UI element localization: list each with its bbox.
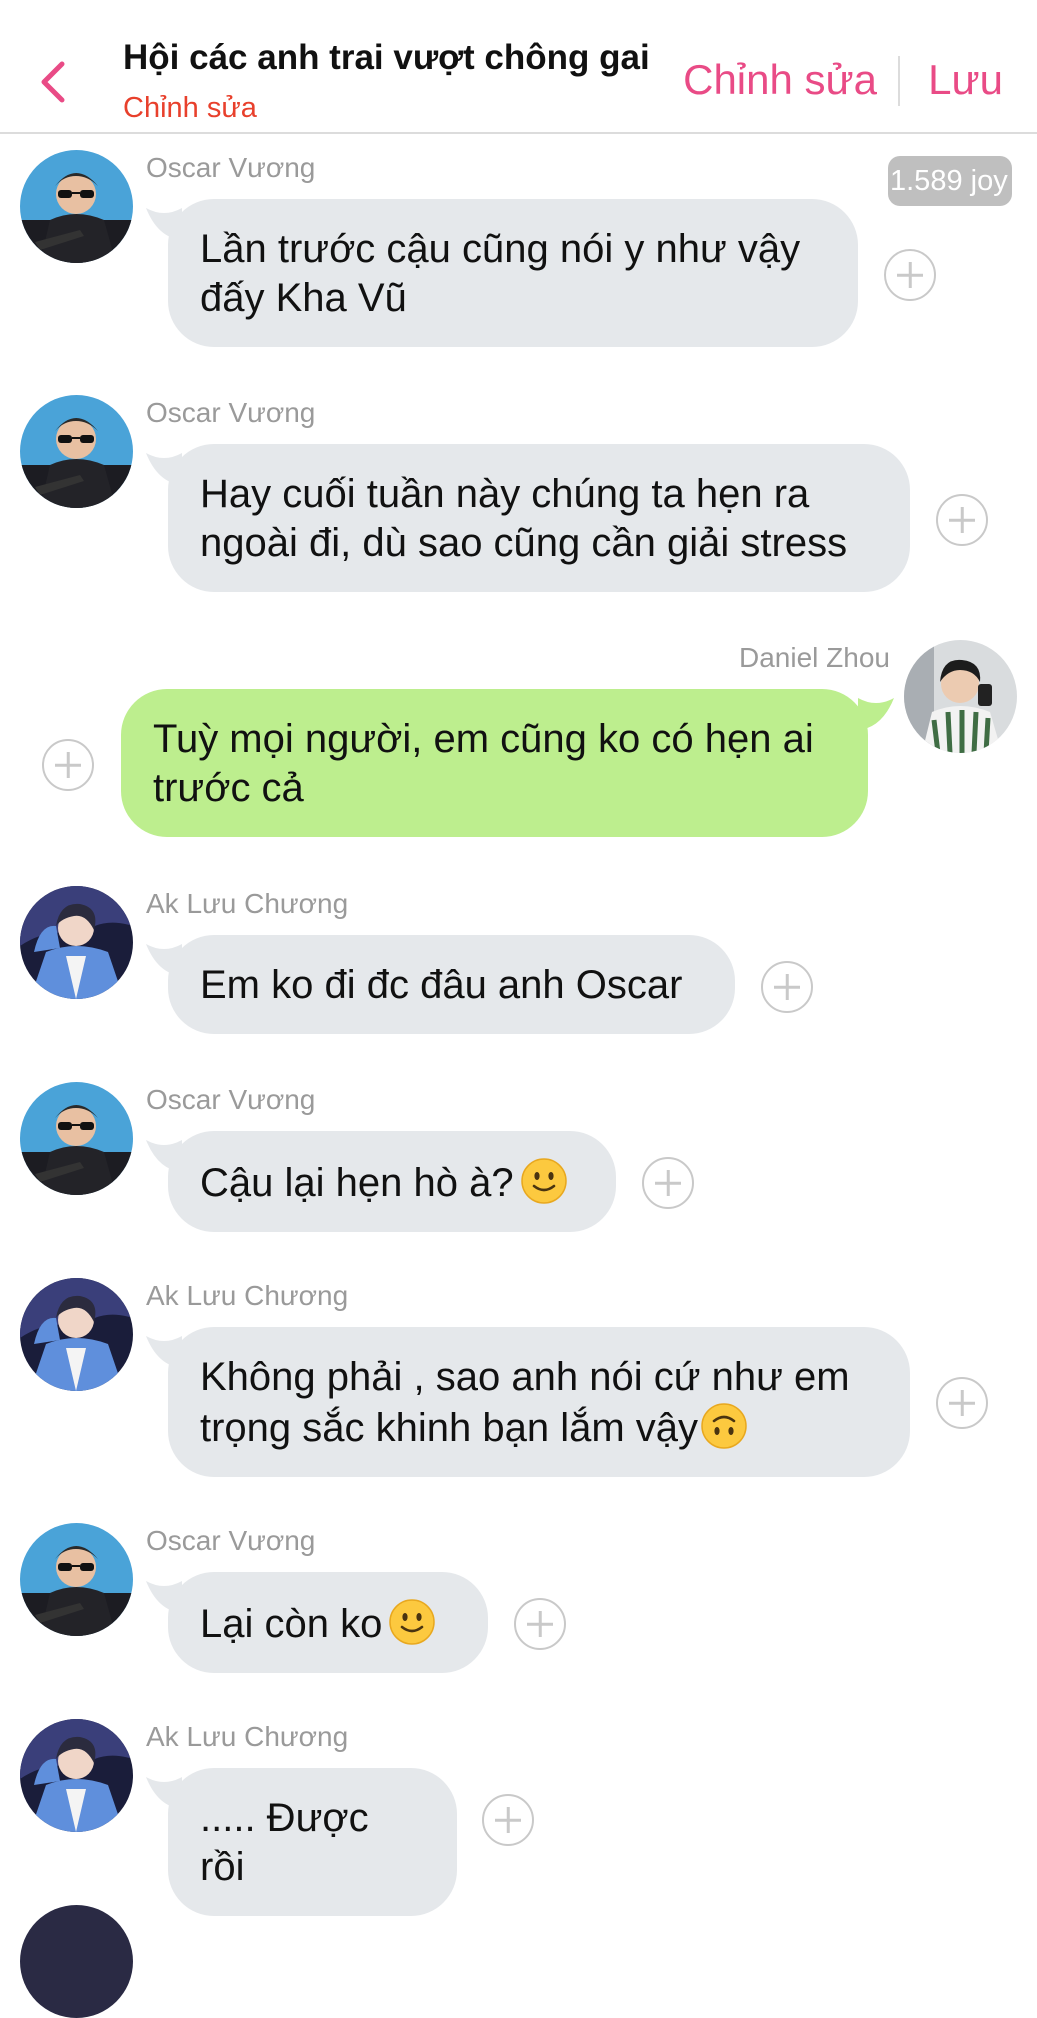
sender-name: Oscar Vương (146, 397, 316, 428)
avatar-partial[interactable] (20, 1905, 133, 2018)
message-text-line: Em ko đi đc đâu anh Oscar (200, 963, 683, 1007)
message-bubble[interactable]: Tuỳ mọi người, em cũng ko có hẹn ai trướ… (121, 689, 868, 837)
message-text-line: ngoài đi, dù sao cũng cần giải stress (200, 521, 848, 565)
message-bubble[interactable]: Lần trước cậu cũng nói y như vậy đấy Kha… (168, 199, 858, 347)
avatar-ak[interactable] (20, 886, 133, 999)
avatar-oscar[interactable] (20, 150, 133, 263)
message-text-line: Hay cuối tuần này chúng ta hẹn ra (200, 472, 810, 516)
avatar-oscar[interactable] (20, 395, 133, 508)
message-text-line: trước cả (153, 766, 304, 810)
sender-name: Ak Lưu Chương (146, 1280, 349, 1311)
message-text-line: Lần trước cậu cũng nói y như vậy (200, 227, 801, 271)
message-text-line: trọng sắc khinh bạn lắm vậy (200, 1406, 699, 1450)
add-reaction-button[interactable] (482, 1794, 534, 1846)
header-divider (898, 56, 900, 106)
chat-header: Hội các anh trai vượt chông gai Chỉnh sử… (0, 0, 1037, 134)
avatar-daniel[interactable] (904, 640, 1017, 753)
sender-name: Oscar Vương (146, 152, 316, 183)
avatar-ak[interactable] (20, 1278, 133, 1391)
avatar-oscar[interactable] (20, 1523, 133, 1636)
save-button[interactable]: Lưu (928, 56, 1003, 104)
avatar-oscar[interactable] (20, 1082, 133, 1195)
message-bubble[interactable]: Lại còn ko (168, 1572, 488, 1673)
message-bubble[interactable]: Không phải , sao anh nói cứ như em trọng… (168, 1327, 910, 1477)
message-text: Lại còn ko (200, 1602, 383, 1646)
joy-badge: 1.589 joy (888, 156, 1012, 206)
message-text-line: Không phải , sao anh nói cứ như em (200, 1355, 850, 1399)
avatar-ak[interactable] (20, 1719, 133, 1832)
chat-subtitle[interactable]: Chỉnh sửa (123, 92, 257, 125)
edit-button[interactable]: Chỉnh sửa (683, 56, 877, 104)
chevron-left-icon (41, 61, 65, 103)
message-bubble[interactable]: Hay cuối tuần này chúng ta hẹn ra ngoài … (168, 444, 910, 592)
message-bubble[interactable]: Cậu lại hẹn hò à? (168, 1131, 616, 1232)
message-bubble[interactable]: ..... Được rồi (168, 1768, 457, 1916)
message-text: Cậu lại hẹn hò à? (200, 1161, 514, 1205)
add-reaction-button[interactable] (761, 961, 813, 1013)
sender-name: Ak Lưu Chương (146, 1721, 349, 1752)
add-reaction-button[interactable] (936, 1377, 988, 1429)
message-text-line: Tuỳ mọi người, em cũng ko có hẹn ai (153, 717, 814, 761)
add-reaction-button[interactable] (642, 1157, 694, 1209)
back-button[interactable] (30, 50, 78, 114)
message-bubble[interactable]: Em ko đi đc đâu anh Oscar (168, 935, 735, 1034)
add-reaction-button[interactable] (936, 494, 988, 546)
sender-name: Oscar Vương (146, 1084, 316, 1115)
slightly-smiling-face-icon (388, 1598, 436, 1646)
sender-name: Ak Lưu Chương (146, 888, 349, 919)
add-reaction-button[interactable] (884, 249, 936, 301)
sender-name: Oscar Vương (146, 1525, 316, 1556)
add-reaction-button[interactable] (514, 1598, 566, 1650)
slightly-smiling-face-icon (520, 1157, 568, 1205)
add-reaction-button[interactable] (42, 739, 94, 791)
message-text-line: đấy Kha Vũ (200, 276, 407, 320)
upside-down-face-icon (700, 1402, 748, 1450)
sender-name: Daniel Zhou (739, 642, 890, 673)
chat-title: Hội các anh trai vượt chông gai (123, 38, 650, 77)
message-text-line: ..... Được rồi (200, 1796, 369, 1889)
